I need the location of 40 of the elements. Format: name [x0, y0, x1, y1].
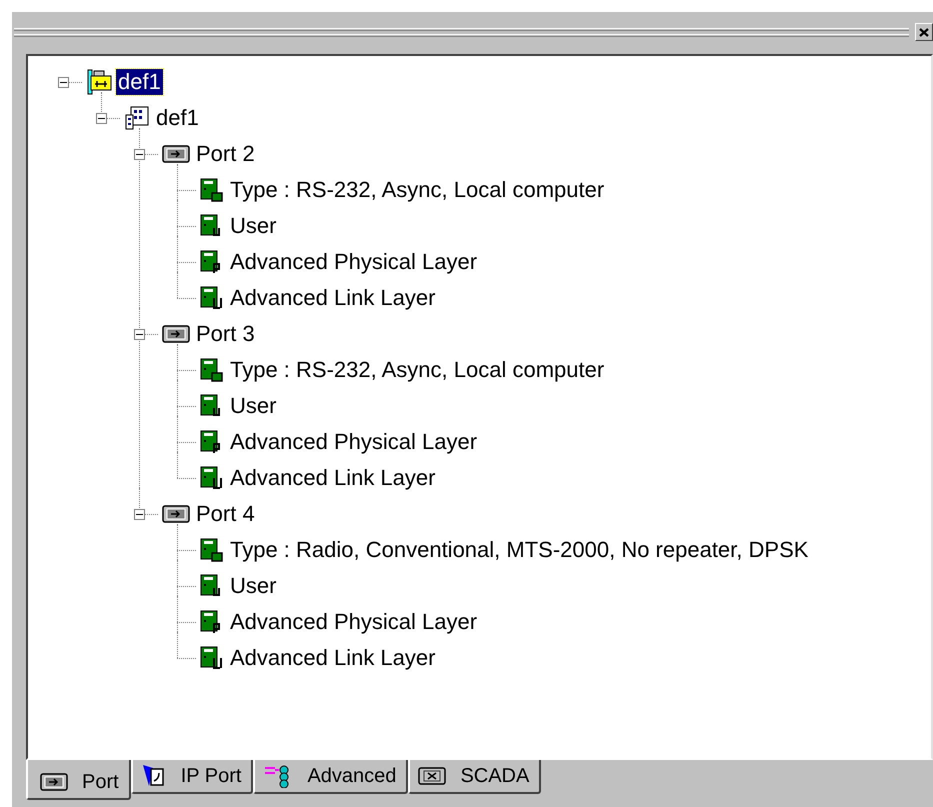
tree-item[interactable]: Advanced Physical Layer	[228, 609, 480, 635]
tree-item[interactable]: Advanced Link Layer	[228, 645, 438, 671]
collapse-toggle[interactable]	[134, 328, 144, 340]
tree-item[interactable]: Advanced Physical Layer	[228, 249, 480, 275]
port-icon	[40, 772, 68, 792]
card-icon	[200, 178, 224, 202]
card-icon	[200, 538, 224, 562]
tree-item[interactable]: User	[228, 393, 278, 419]
tree-item[interactable]: User	[228, 213, 278, 239]
tree-item[interactable]: Port 3	[194, 321, 257, 347]
network-icon	[86, 69, 112, 95]
collapse-toggle[interactable]	[96, 112, 106, 124]
grip-bar[interactable]	[14, 28, 909, 36]
tree-item[interactable]: Port 4	[194, 501, 257, 527]
tree-item[interactable]: Advanced Link Layer	[228, 465, 438, 491]
tree-item[interactable]: User	[228, 573, 278, 599]
tree-item[interactable]: def1	[154, 105, 201, 131]
tree-item[interactable]: Type : RS-232, Async, Local computer	[228, 357, 606, 383]
tree-item[interactable]: Advanced Link Layer	[228, 285, 438, 311]
card-icon	[200, 358, 224, 382]
tab[interactable]: SCADA	[408, 760, 542, 794]
tab[interactable]: Port	[26, 760, 131, 800]
tree-item[interactable]: Port 2	[194, 141, 257, 167]
close-button[interactable]	[915, 23, 933, 41]
collapse-toggle[interactable]	[134, 508, 144, 520]
collapse-toggle[interactable]	[58, 76, 68, 88]
tab[interactable]: Advanced	[253, 760, 408, 794]
building-icon	[124, 105, 150, 131]
tree-item[interactable]: Type : RS-232, Async, Local computer	[228, 177, 606, 203]
card-l-icon	[200, 286, 224, 310]
tree-item[interactable]: Type : Radio, Conventional, MTS-2000, No repeater, DPSK	[228, 537, 810, 563]
tree-item[interactable]: Advanced Physical Layer	[228, 429, 480, 455]
tab[interactable]: IP Port	[130, 760, 254, 794]
network-icon	[140, 763, 167, 789]
close-icon	[919, 28, 929, 36]
card-l-icon	[200, 646, 224, 670]
scada-icon	[418, 766, 446, 786]
card-l-icon	[200, 466, 224, 490]
tree-item[interactable]: def1	[116, 69, 163, 95]
collapse-toggle[interactable]	[134, 148, 144, 160]
